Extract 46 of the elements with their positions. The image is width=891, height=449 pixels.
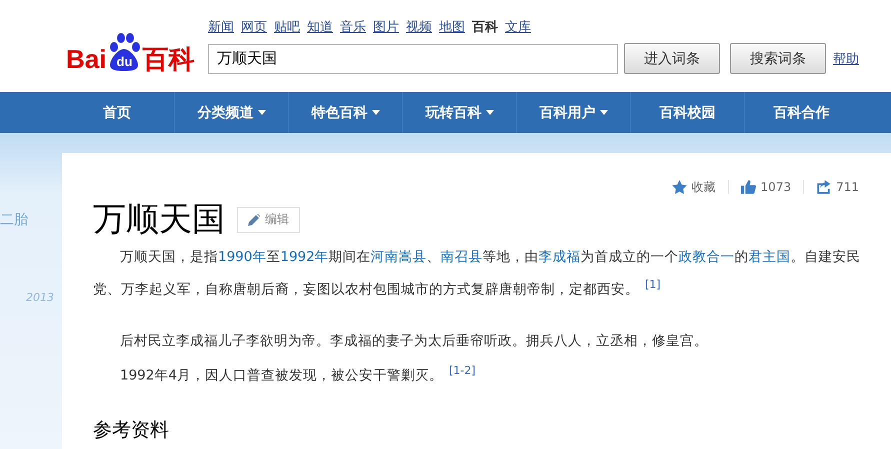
top-link[interactable]: 音乐 xyxy=(340,18,366,36)
paragraph: 万顺天国，是指1990年至1992年期间在河南嵩县、南召县等地，由李成福为首成立的一个政教合一的君主国。自建安民党、万李起义军，自称唐朝后裔，妄图以农村包围城市的方式复辟唐朝帝制，定都西安。 $^{[1]}$ xyxy=(93,248,862,300)
reference-link[interactable]: [1] xyxy=(645,278,661,291)
paragraph: 后村民立李成福儿子李欲明为帝。李成福的妻子为太后垂帘听政。拥兵八人，立丞相，修皇宫。 xyxy=(119,332,709,350)
caret-icon xyxy=(600,110,608,115)
search-field[interactable]: 万顺天国 xyxy=(208,44,618,74)
reference-link[interactable]: [1-2] xyxy=(448,364,476,376)
action-link[interactable]: 1073 xyxy=(728,180,804,194)
section-heading: 参考资料 xyxy=(93,418,170,443)
search-button[interactable]: 进入词条 xyxy=(624,43,720,74)
logo-text: Bai xyxy=(66,46,106,72)
banner-text: 二胎 xyxy=(0,211,28,229)
thumbs-up-icon xyxy=(740,180,756,194)
article-title: 万顺天国 xyxy=(93,198,225,240)
nav-item[interactable]: 首页 xyxy=(60,92,174,133)
star-icon xyxy=(672,180,687,194)
top-link[interactable]: 图片 xyxy=(373,18,399,36)
top-link[interactable]: 百科 xyxy=(472,18,498,36)
logo-text: 百科 xyxy=(142,46,194,72)
edit-button[interactable]: 编辑 xyxy=(237,206,300,232)
paragraph: 1992年4月，因人口普查被发现，被公安干警剿灭。 $^{[1-2]}$ xyxy=(119,362,477,385)
text-link[interactable]: 河南嵩县 xyxy=(370,249,427,265)
top-link[interactable]: 文库 xyxy=(505,18,531,36)
banner-text: 2013 xyxy=(26,291,54,304)
pencil-icon xyxy=(248,214,260,226)
action-link[interactable]: 711 xyxy=(803,180,871,194)
top-link[interactable]: 网页 xyxy=(241,18,267,36)
text-link[interactable]: 南召县 xyxy=(440,249,483,265)
text-link[interactable]: 君主国 xyxy=(748,249,791,265)
logo-text: du xyxy=(116,54,134,69)
caret-icon xyxy=(258,110,266,115)
search-button[interactable]: 搜索词条 xyxy=(730,43,826,74)
text-link[interactable]: 1992年 xyxy=(280,249,329,265)
caret-icon xyxy=(372,110,380,115)
top-link[interactable]: 贴吧 xyxy=(274,18,300,36)
top-link[interactable]: 知道 xyxy=(307,18,333,36)
help-link[interactable]: 帮助 xyxy=(833,50,859,68)
action-link[interactable]: 收藏 xyxy=(660,178,728,196)
top-link[interactable]: 地图 xyxy=(439,18,465,36)
top-link[interactable]: 新闻 xyxy=(208,18,234,36)
top-link[interactable]: 视频 xyxy=(406,18,432,36)
caret-icon xyxy=(486,110,494,115)
share-icon xyxy=(816,180,832,194)
text-link[interactable]: 政教合一 xyxy=(678,249,735,265)
text-link[interactable]: 1990年 xyxy=(218,249,266,265)
text-link[interactable]: 李成福 xyxy=(538,249,581,265)
